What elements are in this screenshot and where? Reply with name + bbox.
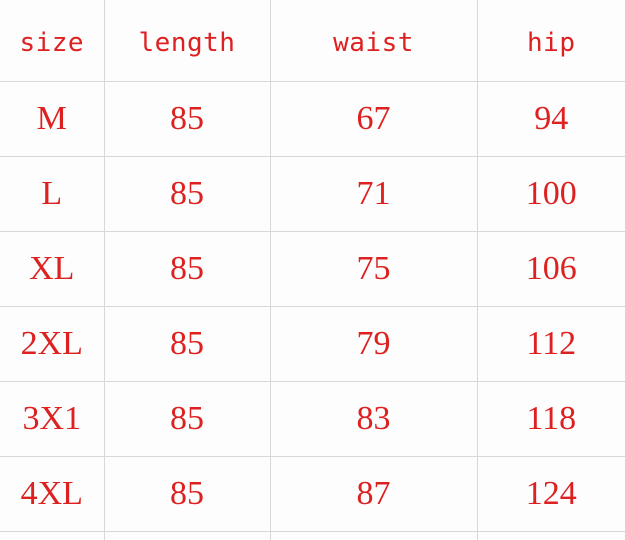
cell-size: 2XL (0, 306, 105, 382)
cell-hip: 112 (477, 306, 625, 382)
cell-length: 85 (104, 306, 271, 382)
clipped-cell-length (105, 532, 271, 540)
table-row: 3X1 85 83 118 (0, 381, 625, 457)
cell-size: 4XL (0, 456, 105, 532)
clipped-cell-size (0, 532, 105, 540)
cell-waist: 75 (270, 231, 478, 307)
cell-waist: 79 (270, 306, 478, 382)
cell-length: 85 (104, 381, 271, 457)
clipped-cell-waist (271, 532, 478, 540)
cell-hip: 100 (477, 156, 625, 232)
column-header-hip: hip (477, 0, 625, 82)
table-row: XL 85 75 106 (0, 231, 625, 307)
size-chart-table: size length waist hip M 85 67 94 L 85 71… (0, 0, 625, 532)
cell-hip: 118 (477, 381, 625, 457)
cell-size: XL (0, 231, 105, 307)
column-header-length: length (104, 0, 271, 82)
table-row: L 85 71 100 (0, 156, 625, 232)
cell-waist: 71 (270, 156, 478, 232)
table-row: M 85 67 94 (0, 81, 625, 157)
cell-size: M (0, 81, 105, 157)
column-header-size: size (0, 0, 105, 82)
table-row: 4XL 85 87 124 (0, 456, 625, 532)
cell-hip: 124 (477, 456, 625, 532)
cell-waist: 83 (270, 381, 478, 457)
cell-length: 85 (104, 81, 271, 157)
cell-length: 85 (104, 156, 271, 232)
clipped-next-row (0, 532, 625, 540)
cell-length: 85 (104, 456, 271, 532)
header-row: size length waist hip (0, 0, 625, 82)
column-header-waist: waist (270, 0, 478, 82)
table-row: 2XL 85 79 112 (0, 306, 625, 382)
cell-length: 85 (104, 231, 271, 307)
table-body: M 85 67 94 L 85 71 100 XL 85 75 106 2XL … (0, 81, 625, 532)
cell-waist: 87 (270, 456, 478, 532)
cell-hip: 94 (477, 81, 625, 157)
cell-size: L (0, 156, 105, 232)
cell-hip: 106 (477, 231, 625, 307)
cell-size: 3X1 (0, 381, 105, 457)
clipped-cell-hip (478, 532, 625, 540)
table-header: size length waist hip (0, 0, 625, 82)
cell-waist: 67 (270, 81, 478, 157)
